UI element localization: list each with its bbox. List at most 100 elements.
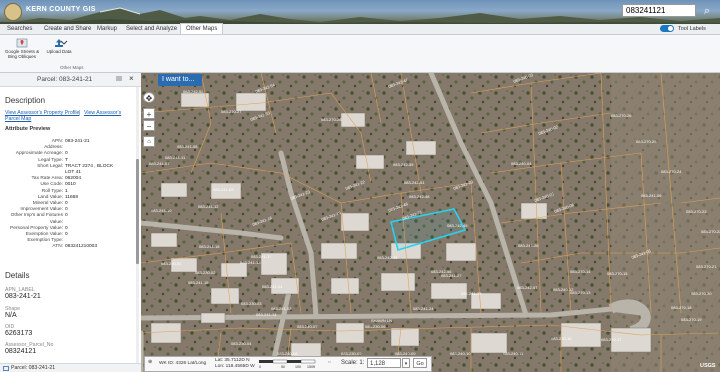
tab-create-and-share[interactable]: Create and Share: [39, 24, 96, 34]
parcel-label[interactable]: 083-240-11: [503, 351, 524, 356]
parcel-label[interactable]: 083-240-10: [450, 351, 471, 356]
tab-markup[interactable]: Markup: [92, 24, 122, 34]
parcel-label[interactable]: 083-241-03: [271, 306, 292, 311]
parcel-layer-icon: [3, 366, 9, 371]
coordinate-system-label[interactable]: WK ID: 4326 Lat/Long: [159, 361, 206, 366]
parcel-label[interactable]: 083-241-18: [199, 244, 220, 249]
parcel-label[interactable]: 083-270-17: [601, 337, 622, 342]
parcel-label[interactable]: 083-270-23: [686, 209, 707, 214]
go-button[interactable]: Go: [413, 358, 427, 368]
parcel-label[interactable]: 083-270-25: [636, 139, 657, 144]
parcel-label[interactable]: 083-241-07: [149, 161, 170, 166]
parcel-label[interactable]: 083-242-48: [409, 194, 430, 199]
scale-input[interactable]: 1,128: [367, 358, 401, 368]
parcel-label[interactable]: 083-270-13: [570, 290, 591, 295]
ribbon-tab-bar: Searches Create and Share Markup Select …: [0, 23, 720, 35]
parcel-label[interactable]: 083-230-01: [161, 261, 182, 266]
upload-data-button[interactable]: Upload Data: [46, 38, 72, 54]
latitude-readout: Lat: 35.7112D N: [215, 358, 250, 363]
parcel-label[interactable]: 083-270-28: [321, 117, 342, 122]
parcel-label[interactable]: 083-230-04: [231, 341, 252, 346]
tab-select-and-analyze[interactable]: Select and Analyze: [121, 24, 182, 34]
parcel-label[interactable]: 083-270-21: [696, 264, 717, 269]
attribute-row: ATN: 083241210003: [0, 244, 135, 250]
close-icon[interactable]: ×: [129, 74, 134, 83]
parcel-label[interactable]: 083-240-04: [511, 161, 532, 166]
tab-searches[interactable]: Searches: [2, 24, 37, 34]
tool-labels-label: Tool Labels: [678, 26, 706, 32]
aerial-imagery[interactable]: 083-241-21083-241-20083-241-22083-241-19…: [141, 73, 720, 372]
panel-footer: Parcel: 083-241-21: [0, 363, 141, 372]
parcel-label[interactable]: 083-241-14: [256, 312, 277, 317]
scale-icon: ⇔: [327, 360, 332, 365]
scale-tick: 0: [259, 365, 261, 369]
longitude-readout: Lon: 118.4565D W: [215, 364, 255, 369]
parcel-label[interactable]: 083-270-24: [661, 169, 682, 174]
parcel-label[interactable]: 083-241-25: [461, 291, 482, 296]
link-separator: |: [79, 110, 81, 116]
parcel-label[interactable]: 083-270-26: [611, 113, 632, 118]
tab-other-maps[interactable]: Other Maps: [180, 23, 224, 34]
parcel-label[interactable]: 083-270-20: [691, 291, 712, 296]
tool-labels-toggle[interactable]: [660, 25, 674, 32]
parcel-label[interactable]: 083-242-55: [393, 162, 414, 167]
parcel-label[interactable]: 083-242-45: [377, 255, 398, 260]
ribbon-toolbar: Google Streets & Bing Obliques Upload Da…: [0, 35, 720, 73]
header-banner: KERN COUNTY GIS ⌕: [0, 0, 720, 24]
parcel-label[interactable]: 083-270-27: [221, 109, 242, 114]
detail-value-apn: 083-241-21: [5, 293, 41, 300]
map-view[interactable]: 083-241-21 083-241-20 083-241-22 083-241-19…: [141, 73, 720, 372]
parcel-label[interactable]: 083-241-24: [413, 306, 434, 311]
parcel-label[interactable]: 083-270-18: [671, 305, 692, 310]
parcel-label[interactable]: 083-241-27: [441, 273, 462, 278]
search-input[interactable]: [622, 4, 696, 17]
parcel-label[interactable]: 083-242-52: [183, 89, 204, 94]
search-icon[interactable]: ⌕: [700, 5, 714, 18]
parcel-label[interactable]: 083-241-10: [151, 208, 172, 213]
zoom-out-button[interactable]: −: [143, 120, 155, 131]
parcel-label[interactable]: 083-230-06: [365, 324, 386, 329]
parcel-label[interactable]: 083-270-22: [701, 229, 720, 234]
zoom-in-button[interactable]: +: [143, 108, 155, 119]
scale-dropdown-chevron-icon[interactable]: ▾: [402, 358, 410, 368]
parcel-label[interactable]: 083-241-08: [177, 144, 198, 149]
parcel-label[interactable]: 083-241-11: [165, 155, 186, 160]
assessor-parcel-map-link[interactable]: View Assessor's: [84, 110, 121, 116]
panel-dock-icon[interactable]: [116, 76, 122, 81]
parcel-label[interactable]: 083-230-02: [195, 270, 216, 275]
panel-scroll-thumb[interactable]: [136, 159, 139, 264]
footer-parcel-label[interactable]: Parcel: 083-241-21: [11, 365, 55, 371]
parcel-label[interactable]: 083-242-51: [404, 180, 425, 185]
parcel-label[interactable]: 083-270-14: [570, 269, 591, 274]
parcel-label[interactable]: 083-270-16: [551, 336, 572, 341]
assessor-parcel-map-link-cont[interactable]: Parcel Map: [5, 116, 31, 122]
detail-value-assessor-parcel-no: 08324121: [5, 348, 37, 355]
parcel-label[interactable]: 083-242-57: [517, 285, 538, 290]
parcel-label[interactable]: 083-270-15: [607, 271, 628, 276]
parcel-label[interactable]: 083-241-09: [213, 187, 234, 192]
parcel-label[interactable]: 083-241-13: [240, 260, 261, 265]
parcel-label[interactable]: 083-230-03: [241, 301, 262, 306]
collapse-panel-chevron-icon[interactable]: ‹: [145, 75, 153, 85]
scale-label: Scale: 1:: [341, 360, 365, 366]
parcel-label[interactable]: 083-270-19: [681, 317, 702, 322]
kern-county-seal-icon[interactable]: [4, 3, 22, 21]
pan-control-icon[interactable]: ✥: [143, 92, 155, 103]
parcel-label[interactable]: 083-241-06: [641, 193, 662, 198]
details-heading: Details: [5, 271, 30, 280]
home-extent-icon[interactable]: ⌂: [143, 136, 155, 147]
i-want-to-button[interactable]: I want to...: [158, 74, 202, 86]
crosshair-icon[interactable]: ⊕: [148, 360, 152, 365]
attribute-label: ATN:: [52, 244, 63, 250]
parcel-label[interactable]: 083-241-15: [188, 280, 209, 285]
google-map-icon: [16, 38, 28, 48]
parcel-label[interactable]: 083-241-26: [518, 243, 539, 248]
parcel-label[interactable]: 083-240-07: [297, 324, 318, 329]
parcel-label[interactable]: 083-241-17: [251, 254, 272, 259]
parcel-label[interactable]: 083-241-04: [262, 284, 283, 289]
parcel-label[interactable]: 083-241-12: [198, 204, 219, 209]
chevron-down-icon[interactable]: [60, 40, 68, 46]
google-streets-bing-obliques-button[interactable]: Google Streets & Bing Obliques: [4, 38, 40, 59]
map-attribution: USGS: [700, 363, 716, 369]
parcel-label[interactable]: 083-242-49: [447, 223, 468, 228]
